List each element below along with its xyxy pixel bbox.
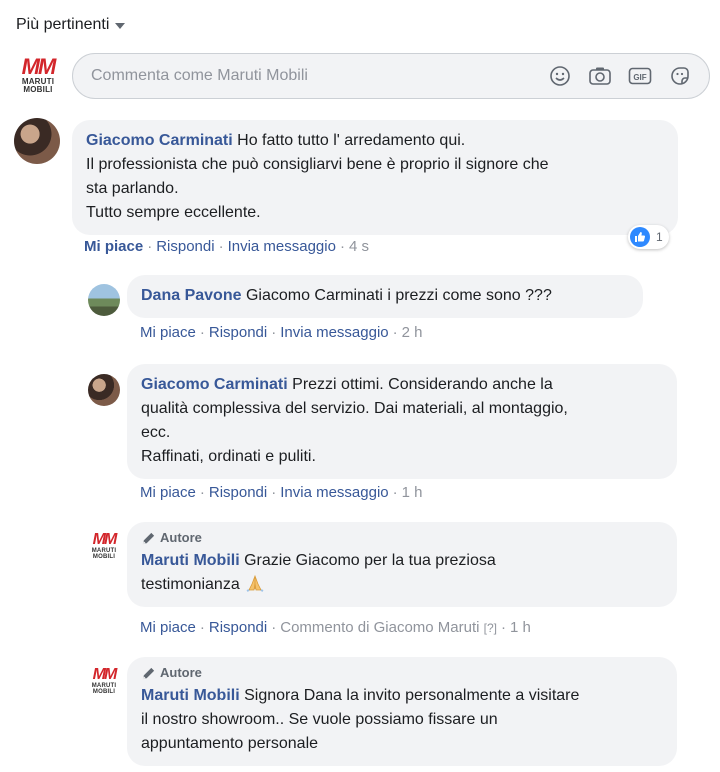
comment-text-line: Grazie Giacomo per la tua preziosa — [244, 552, 496, 569]
page-avatar[interactable]: MM MARUTI MOBILI — [88, 530, 120, 562]
sort-dropdown[interactable]: Più pertinenti — [16, 16, 126, 34]
svg-text:GIF: GIF — [633, 73, 646, 82]
avatar[interactable] — [88, 374, 120, 406]
sort-label: Più pertinenti — [16, 16, 110, 33]
comment-author[interactable]: Maruti Mobili — [141, 552, 240, 569]
comment-text-line: il nostro showroom.. Se vuole possiamo f… — [141, 711, 498, 728]
comment-author[interactable]: Maruti Mobili — [141, 687, 240, 704]
caret-down-icon — [115, 23, 126, 29]
logo-text: MARUTI MOBILI — [21, 77, 55, 94]
comment-text-line: Signora Dana la invito personalmente a v… — [244, 687, 580, 704]
comment-text-line: Il professionista che può consigliarvi b… — [86, 156, 549, 173]
comment-author[interactable]: Dana Pavone — [141, 287, 241, 304]
comment-text-line: Prezzi ottimi. Considerando anche la — [292, 376, 553, 393]
composer-icons: GIF — [547, 63, 709, 89]
pencil-icon — [142, 667, 155, 679]
avatar[interactable] — [14, 118, 60, 164]
folded-hands-icon — [246, 574, 264, 592]
comment-text-line: sta parlando. — [86, 180, 179, 197]
camera-icon[interactable] — [587, 63, 613, 89]
send-message-button[interactable]: Invia messaggio — [280, 324, 388, 341]
comment-actions: Mi piace · Rispondi · Commento di Giacomo Ma… — [140, 619, 531, 636]
timestamp[interactable]: 1 h — [510, 619, 531, 636]
comment-bubble: Autore Maruti Mobili Grazie Giacomo per … — [127, 522, 677, 607]
author-badge: Autore — [141, 665, 663, 681]
comment-text-line: appuntamento personale — [141, 735, 319, 752]
help-link[interactable]: [?] — [484, 621, 497, 635]
reply-button[interactable]: Rispondi — [156, 238, 214, 255]
logo-mark: MM — [21, 54, 57, 79]
comment-text-line: Tutto sempre eccellente. — [86, 204, 261, 221]
commented-by: Commento di Giacomo Maruti — [280, 619, 480, 636]
thumbs-up-icon — [630, 227, 650, 247]
send-message-button[interactable]: Invia messaggio — [280, 484, 388, 501]
reply-button[interactable]: Rispondi — [209, 324, 267, 341]
like-button[interactable]: Mi piace — [140, 619, 196, 636]
page-avatar[interactable]: MM MARUTI MOBILI — [16, 53, 60, 97]
comment-text-line: testimonianza — [141, 576, 240, 593]
author-badge: Autore — [141, 530, 663, 546]
comment-composer[interactable]: Commenta come Maruti Mobili GIF — [72, 53, 710, 99]
like-button[interactable]: Mi piace — [140, 484, 196, 501]
timestamp[interactable]: 4 s — [349, 238, 369, 255]
comment-author[interactable]: Giacomo Carminati — [141, 376, 288, 393]
reply-button[interactable]: Rispondi — [209, 619, 267, 636]
send-message-button[interactable]: Invia messaggio — [228, 238, 336, 255]
comment-author[interactable]: Giacomo Carminati — [86, 132, 233, 149]
page-avatar[interactable]: MM MARUTI MOBILI — [88, 665, 120, 697]
comment-input[interactable]: Commenta come Maruti Mobili — [91, 67, 547, 85]
comment-actions: Mi piace · Rispondi · Invia messaggio · 2 h — [140, 324, 423, 341]
timestamp[interactable]: 2 h — [402, 324, 423, 341]
smiley-icon[interactable] — [547, 63, 573, 89]
sticker-icon[interactable] — [667, 63, 693, 89]
avatar[interactable] — [88, 284, 120, 316]
reaction-count: 1 — [656, 230, 663, 244]
like-button[interactable]: Mi piace — [84, 238, 143, 255]
comment-bubble: Autore Maruti Mobili Signora Dana la inv… — [127, 657, 677, 766]
comment-bubble: Dana Pavone Giacomo Carminati i prezzi c… — [127, 275, 643, 318]
comment-text-line: Giacomo Carminati i prezzi come sono ??? — [245, 287, 552, 304]
pencil-icon — [142, 532, 155, 544]
reply-button[interactable]: Rispondi — [209, 484, 267, 501]
reaction-summary[interactable]: 1 — [628, 225, 669, 249]
comment-text-line: Raffinati, ordinati e puliti. — [141, 448, 316, 465]
comment-text-line: Ho fatto tutto l' arredamento qui. — [237, 132, 466, 149]
comment-bubble: Giacomo Carminati Ho fatto tutto l' arre… — [72, 120, 678, 235]
comment-text-line: qualità complessiva del servizio. Dai ma… — [141, 400, 568, 417]
comment-actions: Mi piace · Rispondi · Invia messaggio · 1 h — [140, 484, 423, 501]
comment-bubble: Giacomo Carminati Prezzi ottimi. Conside… — [127, 364, 677, 479]
comment-actions: Mi piace · Rispondi · Invia messaggio · 4 s — [84, 238, 369, 255]
like-button[interactable]: Mi piace — [140, 324, 196, 341]
comment-text-line: ecc. — [141, 424, 171, 441]
gif-icon[interactable]: GIF — [627, 63, 653, 89]
timestamp[interactable]: 1 h — [402, 484, 423, 501]
